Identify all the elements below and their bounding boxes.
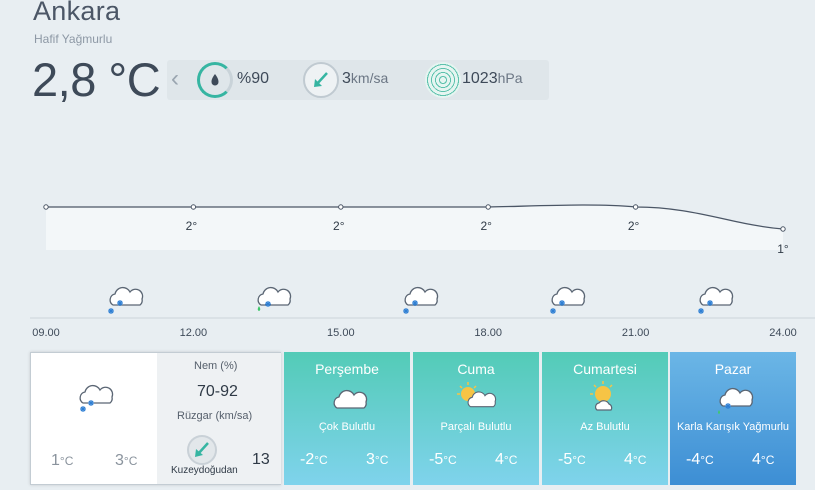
- forecast-high: 3°C: [366, 451, 389, 468]
- forecast-high: 4°C: [624, 451, 647, 468]
- cloud-rain-snow-icon: [718, 387, 754, 414]
- temperature-point: [632, 204, 639, 210]
- temperature-label: 2°: [333, 219, 345, 233]
- wind-label: Rüzgar (km/sa): [177, 410, 253, 422]
- sun-small-cloud-icon: [590, 381, 613, 411]
- time-label: 09.00: [32, 327, 60, 339]
- cloud-snow-icon: [549, 286, 586, 315]
- forecast-desc: Karla Karışık Yağmurlu: [676, 421, 790, 433]
- time-label: 15.00: [327, 327, 355, 339]
- wind-speed: 13: [252, 451, 270, 468]
- today-details: Nem (%) 70-92 Rüzgar (km/sa) Kuzeydoğuda…: [157, 353, 281, 484]
- forecast-low: -4°C: [686, 451, 714, 468]
- cloud-icon: [333, 389, 368, 409]
- cloud-snow-icon: [697, 286, 734, 315]
- forecast-card-thursday[interactable]: Perşembe Çok Bulutlu -2°C 3°C: [284, 352, 410, 485]
- today-card[interactable]: 1°C 3°C Nem (%) 70-92 Rüzgar (km/sa) Kuz…: [30, 352, 281, 485]
- forecast-low: -5°C: [429, 451, 457, 468]
- humidity-range: 70-92: [197, 383, 238, 400]
- temperature-point: [43, 204, 49, 210]
- forecast-desc: Parçalı Bulutlu: [440, 421, 512, 433]
- forecast-desc: Az Bulutlu: [580, 421, 630, 433]
- temperature-label: 2°: [186, 219, 198, 233]
- hourly-temperature-chart: 2° 2° 2° 2° 1° 09.00 12.00 15.00 18.00 21.00 24.0…: [30, 204, 815, 339]
- cloud-snow-icon: [107, 286, 144, 315]
- time-label: 12.00: [180, 327, 208, 339]
- forecast-day: Cumartesi: [573, 361, 637, 377]
- forecast-day: Cuma: [457, 361, 495, 377]
- temperature-point: [338, 204, 344, 210]
- forecast-card-friday[interactable]: Cuma Parçalı Bulutlu -5°C 4°C: [413, 352, 539, 485]
- cloud-snow-icon: [402, 286, 439, 315]
- forecast-card-sunday[interactable]: Pazar Karla Karışık Yağmurlu -4°C 4°C: [670, 352, 796, 485]
- today-high: 3°C: [115, 452, 138, 469]
- wind-direction: Kuzeydoğudan: [171, 465, 238, 476]
- time-label: 18.00: [474, 327, 502, 339]
- today-weather-icon: [79, 384, 114, 413]
- time-label: 21.00: [622, 327, 650, 339]
- humidity-label: Nem (%): [194, 360, 238, 372]
- temperature-label: 1°: [777, 242, 789, 256]
- temperature-label: 2°: [628, 219, 640, 233]
- temperature-label: 2°: [480, 219, 492, 233]
- forecast-day: Pazar: [714, 361, 752, 377]
- temperature-point: [780, 226, 786, 232]
- forecast-desc: Çok Bulutlu: [318, 421, 376, 433]
- temperature-area: [46, 204, 783, 250]
- forecast-day: Perşembe: [315, 361, 379, 377]
- forecast-low: -2°C: [300, 451, 328, 468]
- temperature-point: [190, 204, 197, 210]
- today-low: 1°C: [51, 452, 74, 469]
- forecast-high: 4°C: [495, 451, 518, 468]
- temperature-point: [485, 204, 491, 210]
- time-label: 24.00: [769, 327, 797, 339]
- forecast-high: 4°C: [752, 451, 775, 468]
- sun-cloud-icon: [457, 382, 497, 408]
- cloud-rain-snow-icon: [257, 286, 292, 311]
- forecast-low: -5°C: [558, 451, 586, 468]
- wind-arrow-icon: [187, 435, 217, 465]
- forecast-card-saturday[interactable]: Cumartesi Az Bulutlu -5°C 4°C: [542, 352, 668, 485]
